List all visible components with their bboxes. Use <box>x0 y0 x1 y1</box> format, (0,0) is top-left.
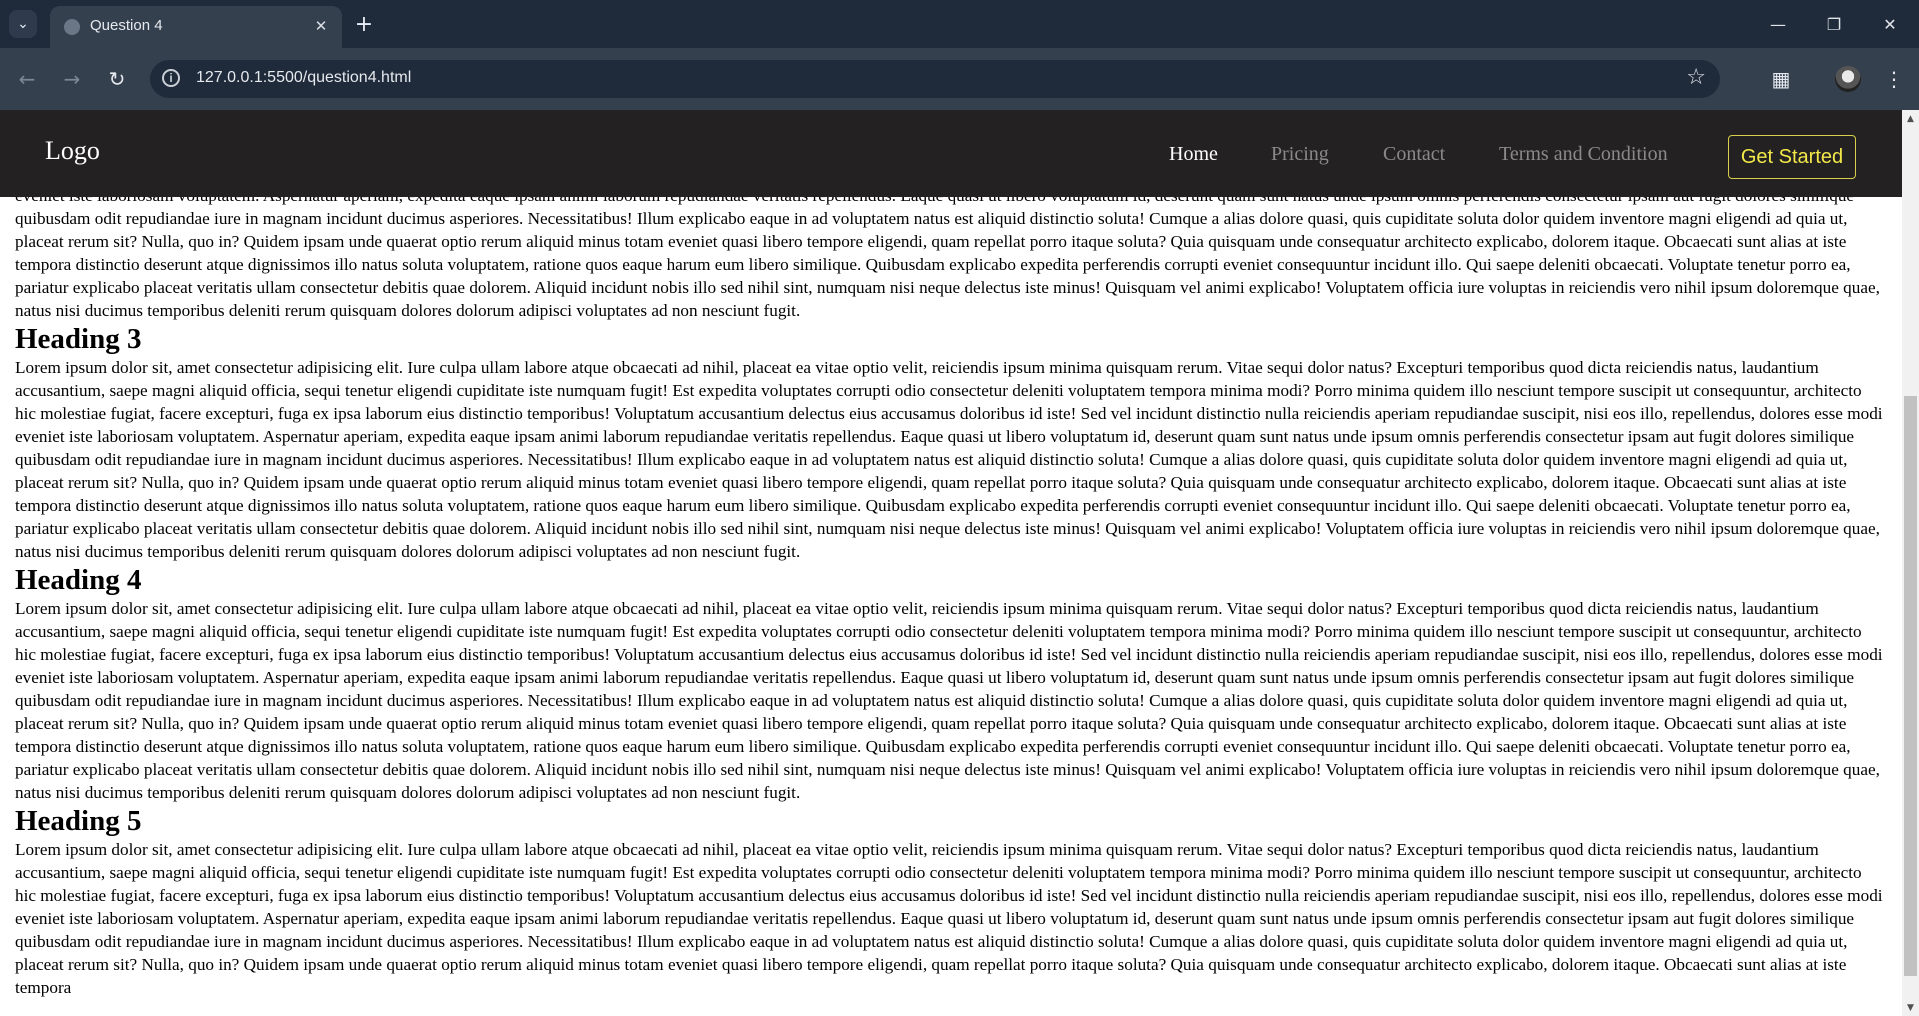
info-icon[interactable]: i <box>162 69 180 87</box>
avatar <box>1835 66 1861 92</box>
star-icon[interactable]: ☆ <box>1686 65 1706 90</box>
page-scrollbar[interactable]: ▲ ▼ <box>1902 110 1919 1016</box>
scroll-up-icon[interactable]: ▲ <box>1902 110 1919 127</box>
plus-icon[interactable]: + <box>352 12 376 37</box>
section: Heading 4 Lorem ipsum dolor sit, amet co… <box>15 563 1885 804</box>
tab-title: Question 4 <box>90 17 163 34</box>
chevron-down-icon[interactable]: ⌄ <box>9 10 37 38</box>
paragraph: Lorem ipsum dolor sit, amet consectetur … <box>15 358 1883 561</box>
scroll-thumb[interactable] <box>1904 396 1917 976</box>
section-heading: Heading 5 <box>15 805 142 837</box>
arrow-right-icon[interactable]: → <box>57 64 87 94</box>
page-viewport: Lorem ipsum dolor sit, amet consectetur … <box>0 110 1902 1016</box>
globe-icon <box>64 19 80 35</box>
nav-link-pricing[interactable]: Pricing <box>1271 143 1329 166</box>
url-text[interactable]: 127.0.0.1:5500/question4.html <box>196 69 411 87</box>
paragraph: Lorem ipsum dolor sit, amet consectetur … <box>15 840 1883 997</box>
restore-icon[interactable]: ❐ <box>1811 8 1857 40</box>
address-bar[interactable]: i 127.0.0.1:5500/question4.html ☆ <box>150 60 1720 98</box>
browser-toolbar: ← → ↻ i 127.0.0.1:5500/question4.html ☆ … <box>0 48 1919 110</box>
section: Heading 3 Lorem ipsum dolor sit, amet co… <box>15 322 1885 563</box>
nav-link-home[interactable]: Home <box>1169 143 1218 166</box>
scroll-down-icon[interactable]: ▼ <box>1902 999 1919 1016</box>
site-logo[interactable]: Logo <box>45 136 100 166</box>
close-icon[interactable]: ✕ <box>310 15 332 37</box>
nav-link-terms[interactable]: Terms and Condition <box>1499 143 1668 166</box>
reload-icon[interactable]: ↻ <box>102 64 132 94</box>
section-heading: Heading 4 <box>15 564 142 596</box>
browser-titlebar: ⌄ Question 4 ✕ + — ❐ ✕ <box>0 0 1919 48</box>
minimize-icon[interactable]: — <box>1755 8 1801 40</box>
profile-avatar[interactable] <box>1833 64 1863 94</box>
puzzle-icon[interactable]: ▦ <box>1766 64 1796 94</box>
nav-link-contact[interactable]: Contact <box>1383 143 1445 166</box>
arrow-left-icon[interactable]: ← <box>12 64 42 94</box>
paragraph: Lorem ipsum dolor sit, amet consectetur … <box>15 599 1883 802</box>
get-started-button[interactable]: Get Started <box>1728 135 1856 179</box>
kebab-menu-icon[interactable]: ⋮ <box>1879 64 1909 94</box>
section: Heading 5 Lorem ipsum dolor sit, amet co… <box>15 804 1885 999</box>
browser-tab[interactable]: Question 4 ✕ <box>50 6 342 48</box>
window-close-icon[interactable]: ✕ <box>1867 8 1913 40</box>
section-heading: Heading 3 <box>15 323 142 355</box>
site-navbar: Logo Home Pricing Contact Terms and Cond… <box>0 110 1902 197</box>
page-content: Lorem ipsum dolor sit, amet consectetur … <box>15 117 1885 999</box>
